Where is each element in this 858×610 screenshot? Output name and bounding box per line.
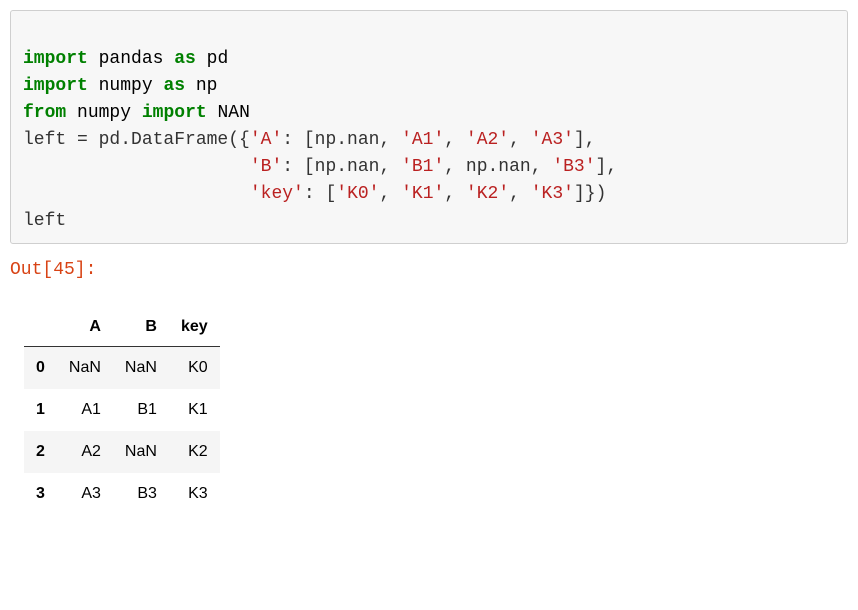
code-text: , xyxy=(379,130,401,150)
module-name: numpy xyxy=(77,103,131,123)
code-text: np.nan xyxy=(466,157,531,177)
string-literal: 'B3' xyxy=(552,157,595,177)
row-index: 0 xyxy=(24,347,57,390)
code-text: , xyxy=(444,184,466,204)
string-literal: 'A1' xyxy=(401,130,444,150)
imported-name: NAN xyxy=(217,103,249,123)
code-text: : [ xyxy=(282,130,314,150)
row-index: 3 xyxy=(24,473,57,515)
cell-B: B3 xyxy=(113,473,169,515)
code-text: : [ xyxy=(282,157,314,177)
table-row: 1 A1 B1 K1 xyxy=(24,389,220,431)
keyword-import: import xyxy=(23,76,88,96)
cell-B: NaN xyxy=(113,431,169,473)
code-text: np.nan xyxy=(315,157,380,177)
code-text: , xyxy=(509,130,531,150)
cell-A: NaN xyxy=(57,347,113,390)
code-text: , xyxy=(379,157,401,177)
cell-key: K3 xyxy=(169,473,220,515)
code-text: , xyxy=(509,184,531,204)
keyword-as: as xyxy=(174,49,196,69)
alias-name: pd xyxy=(207,49,229,69)
string-literal: 'A2' xyxy=(466,130,509,150)
table-corner-blank xyxy=(24,308,57,347)
cell-key: K1 xyxy=(169,389,220,431)
column-header-key: key xyxy=(169,308,220,347)
table-row: 3 A3 B3 K3 xyxy=(24,473,220,515)
output-prompt-label: Out[45]: xyxy=(10,260,848,280)
column-header-A: A xyxy=(57,308,113,347)
code-text: , xyxy=(444,157,466,177)
string-literal: 'A' xyxy=(250,130,282,150)
keyword-from: from xyxy=(23,103,66,123)
code-text: left xyxy=(23,211,66,231)
string-literal: 'A3' xyxy=(531,130,574,150)
code-text: , xyxy=(531,157,553,177)
string-literal: 'K3' xyxy=(531,184,574,204)
code-text: , xyxy=(379,184,401,204)
code-text: np.nan xyxy=(315,130,380,150)
code-text: , xyxy=(444,130,466,150)
code-text: left = pd.DataFrame({ xyxy=(23,130,250,150)
column-header-B: B xyxy=(113,308,169,347)
alias-name: np xyxy=(196,76,218,96)
string-literal: 'K2' xyxy=(466,184,509,204)
keyword-import: import xyxy=(142,103,207,123)
code-indent xyxy=(23,157,250,177)
keyword-import: import xyxy=(23,49,88,69)
string-literal: 'B' xyxy=(250,157,282,177)
code-text: ], xyxy=(596,157,618,177)
row-index: 1 xyxy=(24,389,57,431)
cell-A: A1 xyxy=(57,389,113,431)
cell-B: NaN xyxy=(113,347,169,390)
code-text: ]}) xyxy=(574,184,606,204)
string-literal: 'B1' xyxy=(401,157,444,177)
module-name: numpy xyxy=(99,76,153,96)
cell-key: K0 xyxy=(169,347,220,390)
module-name: pandas xyxy=(99,49,164,69)
table-row: 2 A2 NaN K2 xyxy=(24,431,220,473)
code-input-cell: import pandas as pd import numpy as np f… xyxy=(10,10,848,244)
string-literal: 'K0' xyxy=(336,184,379,204)
cell-A: A2 xyxy=(57,431,113,473)
code-text: : [ xyxy=(304,184,336,204)
string-literal: 'key' xyxy=(250,184,304,204)
code-text: ], xyxy=(574,130,596,150)
table-row: 0 NaN NaN K0 xyxy=(24,347,220,390)
cell-key: K2 xyxy=(169,431,220,473)
dataframe-output-table: A B key 0 NaN NaN K0 1 A1 B1 K1 2 A2 NaN… xyxy=(24,308,220,515)
row-index: 2 xyxy=(24,431,57,473)
keyword-as: as xyxy=(163,76,185,96)
string-literal: 'K1' xyxy=(401,184,444,204)
cell-B: B1 xyxy=(113,389,169,431)
cell-A: A3 xyxy=(57,473,113,515)
code-indent xyxy=(23,184,250,204)
